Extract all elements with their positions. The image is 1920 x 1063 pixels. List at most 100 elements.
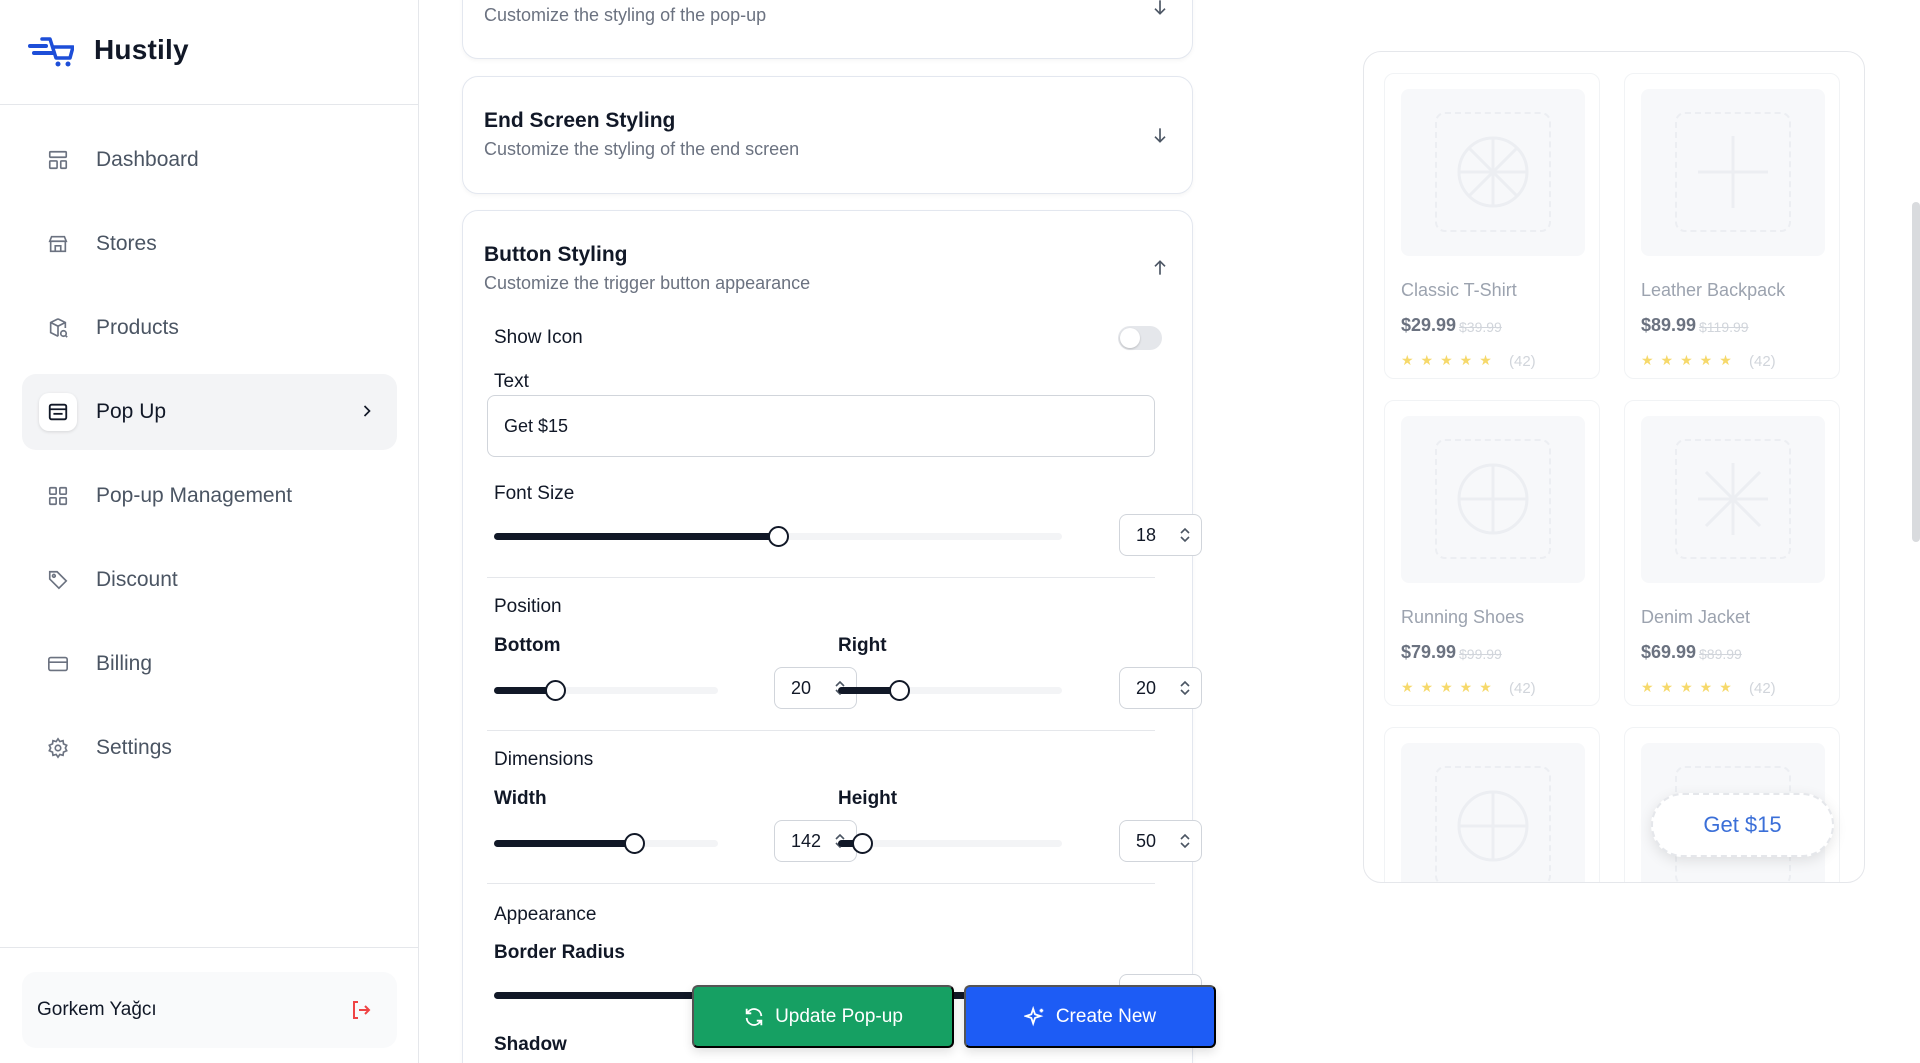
sidebar-item-label: Dashboard	[96, 148, 199, 171]
brand[interactable]: Hustily	[0, 0, 418, 105]
jacket-placeholder-icon	[1698, 463, 1768, 535]
grid-icon	[46, 484, 70, 508]
stepper-icon[interactable]	[1179, 526, 1191, 549]
sidebar-item-label: Billing	[96, 652, 153, 675]
dashboard-icon	[46, 148, 70, 172]
card-subtitle: Customize the styling of the end screen	[484, 139, 800, 159]
product-image-placeholder	[1641, 416, 1825, 583]
product-price: $79.99	[1401, 642, 1457, 662]
review-count: (42)	[1749, 353, 1776, 370]
height-input[interactable]: 50	[1119, 820, 1202, 862]
credit-card-icon	[46, 652, 70, 676]
sparkles-icon	[1023, 1005, 1044, 1026]
font-size-input[interactable]: 18	[1119, 514, 1202, 556]
right-slider[interactable]	[838, 680, 1062, 701]
sidebar-item-discount[interactable]: Discount	[22, 542, 397, 618]
arrow-down-icon[interactable]	[1150, 0, 1170, 22]
product-card: Denim Jacket $69.99 $89.99 ★★★★★ (42)	[1624, 400, 1840, 706]
sidebar-item-stores[interactable]: Stores	[22, 206, 397, 282]
end-screen-styling-card[interactable]: End Screen Styling Customize the styling…	[462, 76, 1193, 194]
sidebar-item-label: Discount	[96, 568, 178, 591]
border-radius-label: Border Radius	[494, 942, 625, 963]
card-subtitle: Customize the styling of the pop-up	[484, 5, 767, 25]
right-value: 20	[1136, 677, 1157, 698]
popup-styling-card[interactable]: Customize the styling of the pop-up	[462, 0, 1193, 59]
width-value: 142	[791, 830, 822, 851]
preview-trigger-button[interactable]: Get $15	[1651, 793, 1834, 857]
slider-thumb[interactable]	[768, 526, 789, 547]
product-card: Leather Backpack $89.99 $119.99 ★★★★★ (4…	[1624, 73, 1840, 379]
divider	[487, 730, 1155, 731]
package-search-icon	[46, 316, 70, 340]
sidebar-item-label: Pop Up	[96, 400, 167, 423]
product-name: Leather Backpack	[1641, 280, 1786, 300]
sidebar-item-popup-management[interactable]: Pop-up Management	[22, 458, 397, 534]
height-label: Height	[838, 788, 898, 809]
sidebar-item-pop-up[interactable]: Pop Up	[22, 374, 397, 450]
product-image-placeholder	[1401, 89, 1585, 256]
slider-thumb[interactable]	[545, 680, 566, 701]
logout-icon[interactable]	[349, 998, 373, 1027]
card-subtitle: Customize the trigger button appearance	[484, 273, 811, 293]
dimensions-label: Dimensions	[494, 749, 594, 770]
create-new-button[interactable]: Create New	[964, 985, 1216, 1048]
preview-trigger-label: Get $15	[1703, 812, 1782, 837]
slider-thumb[interactable]	[852, 833, 873, 854]
rating-stars: ★★★★★	[1401, 352, 1499, 368]
sidebar-item-label: Pop-up Management	[96, 484, 293, 507]
card-title: End Screen Styling	[484, 109, 676, 132]
store-icon	[46, 232, 70, 256]
brand-name: Hustily	[94, 34, 189, 65]
bottom-slider[interactable]	[494, 680, 718, 701]
arrow-up-icon[interactable]	[1150, 258, 1170, 283]
slider-fill	[494, 533, 778, 540]
sidebar-item-dashboard[interactable]: Dashboard	[22, 122, 397, 198]
update-popup-label: Update Pop-up	[775, 1005, 903, 1027]
sidebar-item-billing[interactable]: Billing	[22, 626, 397, 702]
rating-stars: ★★★★★	[1401, 679, 1499, 695]
stepper-icon[interactable]	[1179, 679, 1191, 702]
sidebar-item-settings[interactable]: Settings	[22, 710, 397, 786]
stepper-icon[interactable]	[1179, 832, 1191, 855]
product-card: Classic T-Shirt $29.99 $39.99 ★★★★★ (42)	[1384, 73, 1600, 379]
review-count: (42)	[1509, 680, 1536, 697]
gear-icon	[46, 736, 70, 760]
storefront-preview: Classic T-Shirt $29.99 $39.99 ★★★★★ (42)…	[1363, 51, 1865, 883]
divider	[487, 577, 1155, 578]
user-name: Gorkem Yağcı	[37, 999, 157, 1020]
divider	[487, 883, 1155, 884]
sidebar-item-label: Stores	[96, 232, 157, 255]
product-price: $89.99	[1641, 315, 1697, 335]
right-input[interactable]: 20	[1119, 667, 1202, 709]
review-count: (42)	[1749, 680, 1776, 697]
create-new-label: Create New	[1055, 1005, 1157, 1027]
sidebar-item-products[interactable]: Products	[22, 290, 397, 366]
app-root: Hustily Dashboard Stores Products Pop Up…	[0, 0, 1920, 1063]
show-icon-toggle[interactable]	[1118, 326, 1162, 350]
card-title: Button Styling	[484, 243, 628, 266]
tshirt-placeholder-icon	[1457, 136, 1529, 208]
product-old-price: $119.99	[1699, 319, 1749, 335]
slider-thumb[interactable]	[889, 680, 910, 701]
product-image-placeholder	[1641, 89, 1825, 256]
update-popup-button[interactable]: Update Pop-up	[692, 985, 954, 1048]
user-card[interactable]: Gorkem Yağcı	[22, 972, 397, 1048]
height-slider[interactable]	[838, 833, 1062, 854]
font-size-slider[interactable]	[494, 526, 1062, 547]
arrow-down-icon[interactable]	[1150, 125, 1170, 150]
popup-icon	[39, 393, 77, 431]
product-name: Classic T-Shirt	[1401, 280, 1517, 300]
hustily-logo-icon	[28, 36, 75, 68]
button-text-input[interactable]: Get $15	[487, 395, 1155, 457]
rating-stars: ★★★★★	[1641, 679, 1739, 695]
product-name: Denim Jacket	[1641, 607, 1751, 627]
page-scrollbar[interactable]	[1910, 0, 1920, 1063]
review-count: (42)	[1509, 353, 1536, 370]
slider-thumb[interactable]	[624, 833, 645, 854]
button-styling-card: Button Styling Customize the trigger but…	[462, 210, 1202, 1063]
product-card: Running Shoes $79.99 $99.99 ★★★★★ (42)	[1384, 400, 1600, 706]
width-slider[interactable]	[494, 833, 718, 854]
backpack-placeholder-icon	[1698, 136, 1768, 208]
scrollbar-thumb[interactable]	[1912, 202, 1920, 542]
position-label: Position	[494, 596, 562, 617]
